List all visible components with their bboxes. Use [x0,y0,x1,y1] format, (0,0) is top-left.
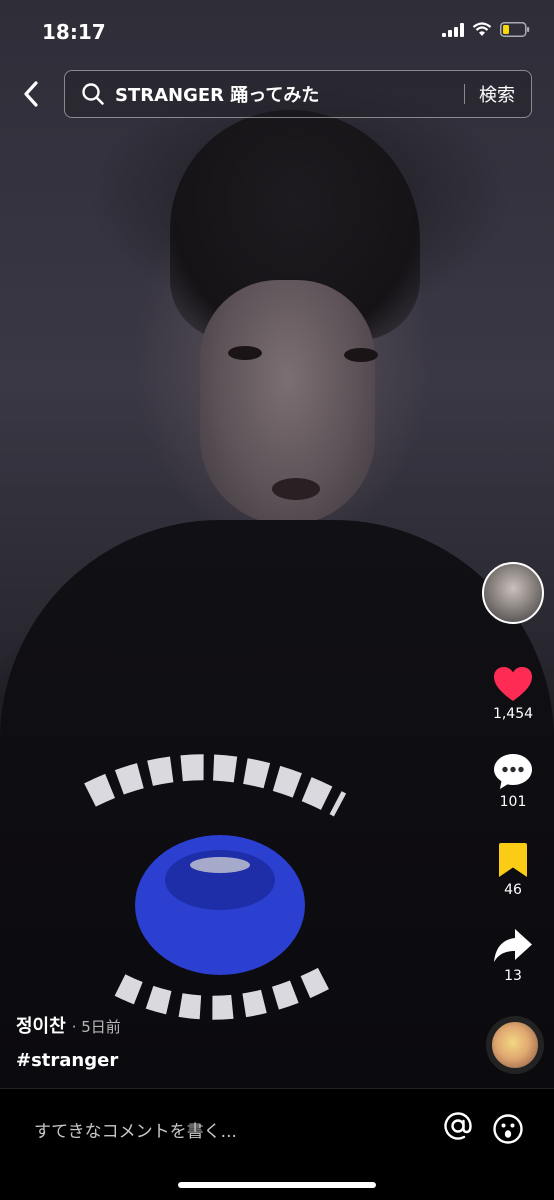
video-subject-eye [344,348,378,362]
save-count: 46 [504,882,522,898]
post-timestamp: · 5日前 [71,1018,121,1036]
emoji-button[interactable] [492,1113,524,1145]
status-icons [442,22,530,37]
save-button[interactable]: 46 [482,842,544,898]
comment-icon [494,754,532,789]
back-button[interactable] [14,76,48,112]
creator-avatar[interactable] [482,562,544,624]
video-subject-eye [228,346,262,360]
search-divider [464,84,465,104]
video-subject-mouth [272,478,320,500]
comment-button[interactable]: 101 [482,752,544,810]
heart-icon [494,667,532,701]
share-button[interactable]: 13 [482,928,544,984]
bookmark-icon [499,843,527,877]
battery-icon [500,22,530,37]
video-caption: 정이찬 · 5日前 #stranger [16,1012,121,1071]
like-count: 1,454 [492,706,534,722]
shirt-print-graphic [84,754,347,1020]
like-button[interactable]: 1,454 [482,666,544,722]
music-disc[interactable] [486,1016,544,1074]
back-arrow-icon [24,81,38,107]
search-bar[interactable]: STRANGER 踊ってみた 検索 [64,70,532,118]
search-query[interactable]: STRANGER 踊ってみた [115,81,464,107]
mention-button[interactable] [442,1111,474,1143]
hashtag-link[interactable]: #stranger [16,1050,121,1071]
home-indicator[interactable] [178,1182,376,1188]
cellular-signal-icon [442,22,464,37]
comment-input[interactable]: すてきなコメントを書く... [34,1117,237,1142]
share-icon [494,929,532,962]
search-icon [82,83,104,105]
status-time: 18:17 [42,20,106,44]
author-row: 정이찬 · 5日前 [16,1012,121,1038]
status-bar: 18:17 [0,0,554,66]
search-submit-button[interactable]: 検索 [479,81,515,107]
author-name[interactable]: 정이찬 [16,1012,66,1038]
at-sign-icon [444,1112,472,1140]
share-count: 13 [504,968,522,984]
emoji-icon [493,1114,523,1144]
video-player[interactable] [0,0,554,1088]
comment-count: 101 [499,794,527,810]
wifi-icon [472,22,492,36]
